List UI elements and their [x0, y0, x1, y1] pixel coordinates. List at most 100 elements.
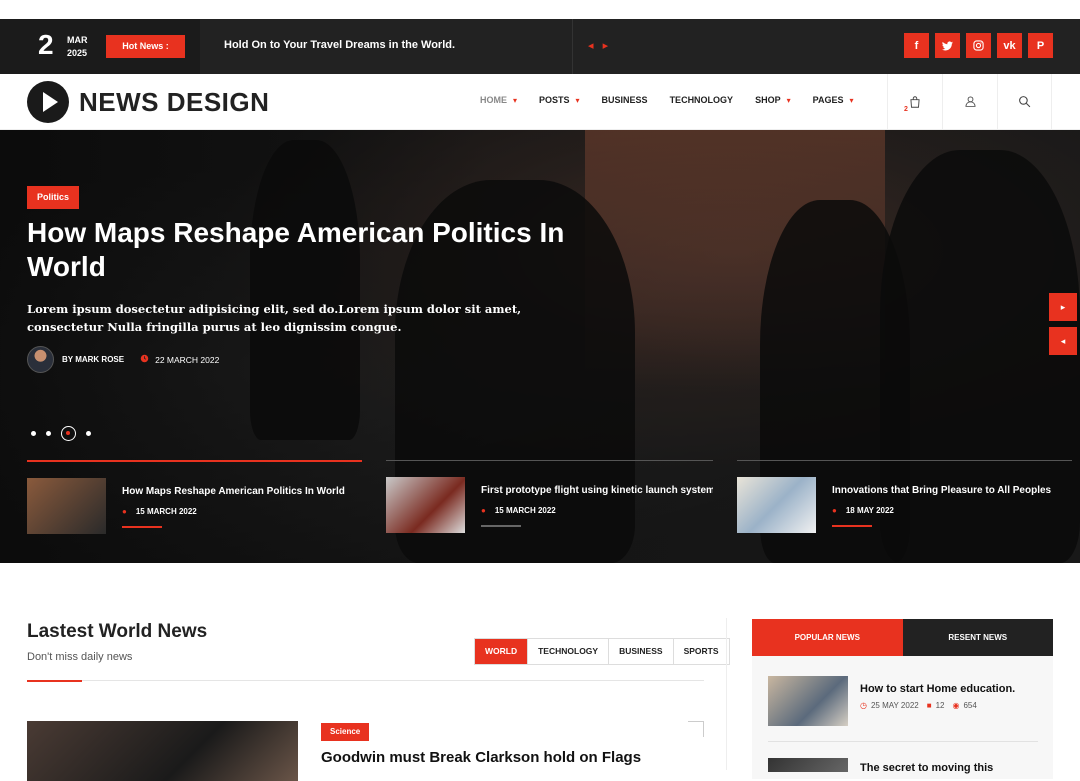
menu-item-shop[interactable]: SHOP ▾ — [755, 95, 791, 105]
hot-news-badge: Hot News : — [106, 35, 185, 58]
chevron-down-icon: ▾ — [849, 95, 854, 105]
thumbnail-image — [737, 477, 816, 533]
thumbnail-image — [386, 477, 465, 533]
column-divider — [726, 618, 727, 770]
latest-news-section: Lastest World News Don't miss daily news… — [0, 563, 1080, 781]
thumbnail-accent — [122, 526, 162, 528]
clock-icon: ◷ — [860, 701, 867, 710]
thumbnail-title: First prototype flight using kinetic lau… — [481, 485, 713, 496]
clock-icon: ● — [832, 506, 837, 515]
slider-prev-button[interactable]: ◂ — [1049, 327, 1077, 355]
pinterest-icon[interactable]: P — [1028, 33, 1053, 58]
menu-item-home[interactable]: HOME ▾ — [480, 95, 517, 105]
slider-dot[interactable] — [31, 431, 36, 436]
main-menu: HOME ▾ POSTS ▾ BUSINESS TECHNOLOGY SHOP ▾ P… — [480, 95, 853, 105]
hero-meta: BY MARK ROSE 22 MARCH 2022 — [27, 346, 219, 373]
search-icon — [1019, 96, 1031, 108]
chevron-left-icon: ◂ — [1060, 335, 1066, 346]
ticker-controls: ◂ ▸ — [588, 39, 614, 52]
thumbnail-date: ● 15 MARCH 2022 — [481, 506, 556, 515]
author-name[interactable]: BY MARK ROSE — [62, 355, 124, 364]
thumbnail-date: ● 18 MAY 2022 — [832, 506, 894, 515]
thumbnail-accent — [832, 525, 872, 527]
user-icon — [964, 96, 976, 107]
thumbnail-item[interactable]: First prototype flight using kinetic lau… — [386, 460, 713, 534]
section-subtitle: Don't miss daily news — [27, 651, 133, 663]
thumbnail-title: Innovations that Bring Pleasure to All P… — [832, 485, 1052, 496]
logo-text: NEWS DESIGN — [79, 86, 270, 117]
menu-item-pages[interactable]: PAGES ▾ — [813, 95, 854, 105]
vk-icon[interactable]: vk — [997, 33, 1022, 58]
menu-item-business[interactable]: BUSINESS — [602, 95, 648, 105]
author-avatar — [27, 346, 54, 373]
article-image[interactable] — [27, 721, 298, 781]
tab-popular-news[interactable]: POPULAR NEWS — [752, 619, 903, 656]
section-divider — [27, 680, 704, 681]
social-links: f vk P — [904, 33, 1053, 58]
thumbnail-accent — [481, 525, 521, 527]
category-badge[interactable]: Politics — [27, 186, 80, 209]
clock-icon: ● — [481, 506, 486, 515]
slider-dot-active[interactable] — [61, 426, 76, 441]
slider-next-button[interactable]: ▸ — [1049, 293, 1077, 321]
nav-actions: 2 — [887, 74, 1052, 129]
ticker-next-icon[interactable]: ▸ — [603, 40, 609, 52]
eye-icon: ◉ — [952, 701, 960, 710]
top-bar: 2 MAR 2025 Hot News : Hold On to Your Tra… — [0, 19, 1080, 74]
cart-button[interactable]: 2 — [887, 74, 942, 129]
thumbnail-date: ● 15 MARCH 2022 — [122, 507, 197, 516]
chevron-down-icon: ▾ — [786, 95, 791, 105]
comment-icon: ■ — [926, 701, 932, 710]
widget-news-image — [768, 676, 848, 726]
article-category-badge[interactable]: Science — [321, 723, 370, 741]
cart-count-badge: 2 — [904, 106, 908, 113]
post-date: 22 MARCH 2022 — [155, 354, 220, 365]
category-filter-tabs: WORLD TECHNOLOGY BUSINESS SPORTS — [474, 638, 730, 665]
slider-dot[interactable] — [86, 431, 91, 436]
widget-tabs: POPULAR NEWS RESENT NEWS — [752, 619, 1053, 656]
tab-sports[interactable]: SPORTS — [672, 639, 729, 664]
search-button[interactable] — [997, 74, 1052, 129]
widget-news-meta: ◷ 25 MAY 2022 ■ 12 ◉ 654 — [860, 701, 977, 710]
section-title: Lastest World News — [27, 621, 208, 642]
instagram-icon[interactable] — [966, 33, 991, 58]
twitter-icon[interactable] — [935, 33, 960, 58]
thumbnail-item[interactable]: Innovations that Bring Pleasure to All P… — [737, 460, 1072, 534]
tab-technology[interactable]: TECHNOLOGY — [527, 639, 608, 664]
slider-dots — [31, 426, 91, 441]
facebook-icon[interactable]: f — [904, 33, 929, 58]
widget-divider — [768, 741, 1038, 742]
widget-news-item[interactable]: How to start Home education. ◷ 25 MAY 202… — [768, 676, 1015, 726]
tab-world[interactable]: WORLD — [475, 639, 528, 664]
account-button[interactable] — [942, 74, 997, 129]
shopping-bag-icon — [910, 95, 920, 108]
news-ticker-text[interactable]: Hold On to Your Travel Dreams in the Wor… — [224, 39, 455, 51]
menu-item-technology[interactable]: TECHNOLOGY — [670, 95, 734, 105]
date-day: 2 — [38, 29, 54, 60]
news-widget: POPULAR NEWS RESENT NEWS How to start Ho… — [752, 619, 1053, 779]
slider-thumbnails: How Maps Reshape American Politics In Wo… — [27, 460, 1072, 534]
widget-news-title: The secret to moving this — [860, 762, 994, 774]
ticker-prev-icon[interactable]: ◂ — [588, 40, 594, 52]
article-title[interactable]: Goodwin must Break Clarkson hold on Flag… — [321, 749, 641, 766]
chevron-down-icon: ▾ — [513, 95, 518, 105]
widget-news-title: How to start Home education. — [860, 683, 1016, 695]
corner-decoration — [688, 721, 704, 737]
site-logo[interactable]: NEWS DESIGN — [27, 81, 269, 123]
menu-item-posts[interactable]: POSTS ▾ — [539, 95, 580, 105]
clock-icon — [140, 354, 149, 365]
section-divider-accent — [27, 680, 82, 682]
tab-business[interactable]: BUSINESS — [608, 639, 672, 664]
play-logo-icon — [27, 81, 69, 123]
hero-title[interactable]: How Maps Reshape American Politics In Wo… — [27, 216, 587, 284]
tab-recent-news[interactable]: RESENT NEWS — [902, 619, 1053, 656]
clock-icon: ● — [122, 507, 127, 516]
widget-news-item[interactable]: The secret to moving this — [768, 758, 993, 774]
hero-figure — [250, 140, 360, 440]
date-month-year: MAR 2025 — [67, 35, 88, 58]
thumbnail-item[interactable]: How Maps Reshape American Politics In Wo… — [27, 460, 362, 534]
hero-slider: Politics How Maps Reshape American Polit… — [0, 130, 1080, 563]
slider-dot[interactable] — [46, 431, 51, 436]
main-navbar: NEWS DESIGN HOME ▾ POSTS ▾ BUSINESS TECHNO… — [0, 74, 1080, 130]
thumbnail-title: How Maps Reshape American Politics In Wo… — [122, 486, 345, 497]
